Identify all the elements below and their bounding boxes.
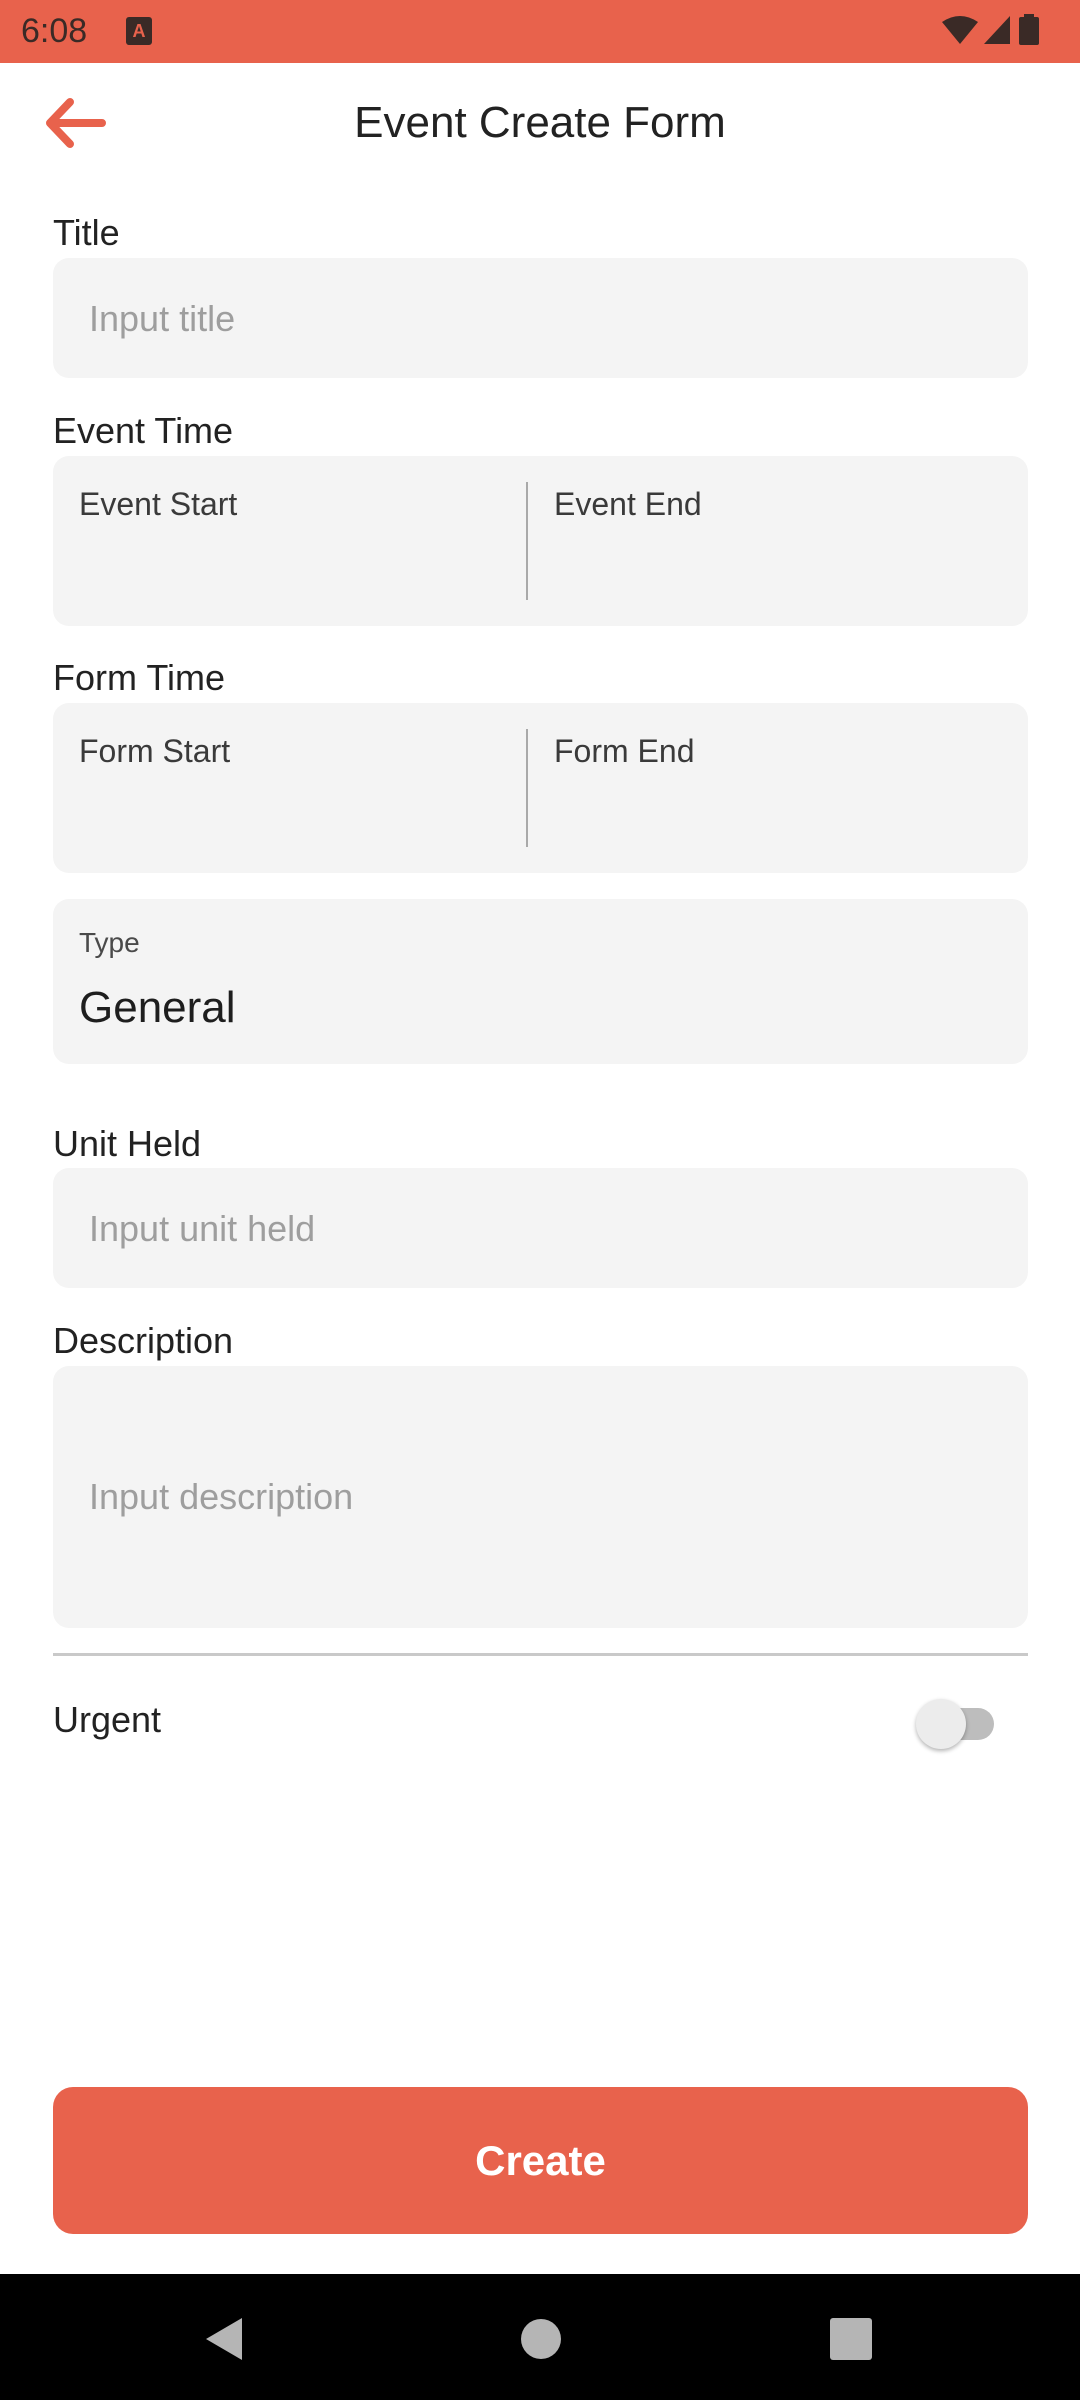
form-start-picker[interactable]: Form Start	[53, 703, 526, 873]
urgent-label: Urgent	[53, 1699, 162, 1740]
wifi-icon	[942, 16, 978, 44]
event-end-picker[interactable]: Event End	[528, 456, 1028, 626]
type-select[interactable]: Type General	[53, 899, 1028, 1064]
signal-icon	[984, 16, 1010, 44]
nav-home-button[interactable]	[516, 2314, 566, 2364]
nav-recents-button[interactable]	[826, 2314, 876, 2364]
event-time-field: Event Start Event End	[53, 456, 1028, 626]
description-placeholder: Input description	[89, 1476, 354, 1517]
form-time-label: Form Time	[53, 657, 226, 698]
title-input[interactable]: Input title	[53, 258, 1028, 378]
page-title: Event Create Form	[354, 98, 726, 147]
battery-icon	[1019, 14, 1039, 45]
description-label: Description	[53, 1320, 234, 1361]
form-time-field: Form Start Form End	[53, 703, 1028, 873]
toggle-thumb	[916, 1699, 966, 1749]
title-placeholder: Input title	[89, 298, 236, 339]
event-start-picker[interactable]: Event Start	[53, 456, 526, 626]
nav-back-button[interactable]	[200, 2314, 250, 2364]
navigation-bar	[0, 2274, 1080, 2400]
unit-held-input[interactable]: Input unit held	[53, 1168, 1028, 1288]
unit-held-placeholder: Input unit held	[89, 1208, 316, 1249]
title-label: Title	[53, 212, 120, 253]
event-time-label: Event Time	[53, 410, 234, 451]
notification-app-icon: A	[126, 17, 152, 45]
type-label: Type	[79, 927, 140, 958]
urgent-toggle[interactable]	[916, 1696, 1000, 1749]
recents-square-icon	[830, 2318, 872, 2360]
event-start-label: Event Start	[79, 486, 238, 522]
event-end-label: Event End	[554, 486, 702, 522]
form-end-label: Form End	[554, 733, 695, 769]
back-triangle-icon	[206, 2318, 242, 2360]
status-bar: 6:08 A	[0, 0, 1080, 63]
status-icons	[940, 12, 1050, 52]
form-end-picker[interactable]: Form End	[528, 703, 1028, 873]
form-start-label: Form Start	[79, 733, 231, 769]
unit-held-label: Unit Held	[53, 1123, 202, 1164]
app-bar: Event Create Form	[0, 63, 1080, 183]
type-value: General	[79, 983, 236, 1032]
status-time: 6:08	[21, 12, 88, 50]
home-circle-icon	[521, 2319, 561, 2359]
description-input[interactable]: Input description	[53, 1366, 1028, 1628]
create-button[interactable]: Create	[53, 2087, 1028, 2234]
divider	[53, 1653, 1028, 1656]
